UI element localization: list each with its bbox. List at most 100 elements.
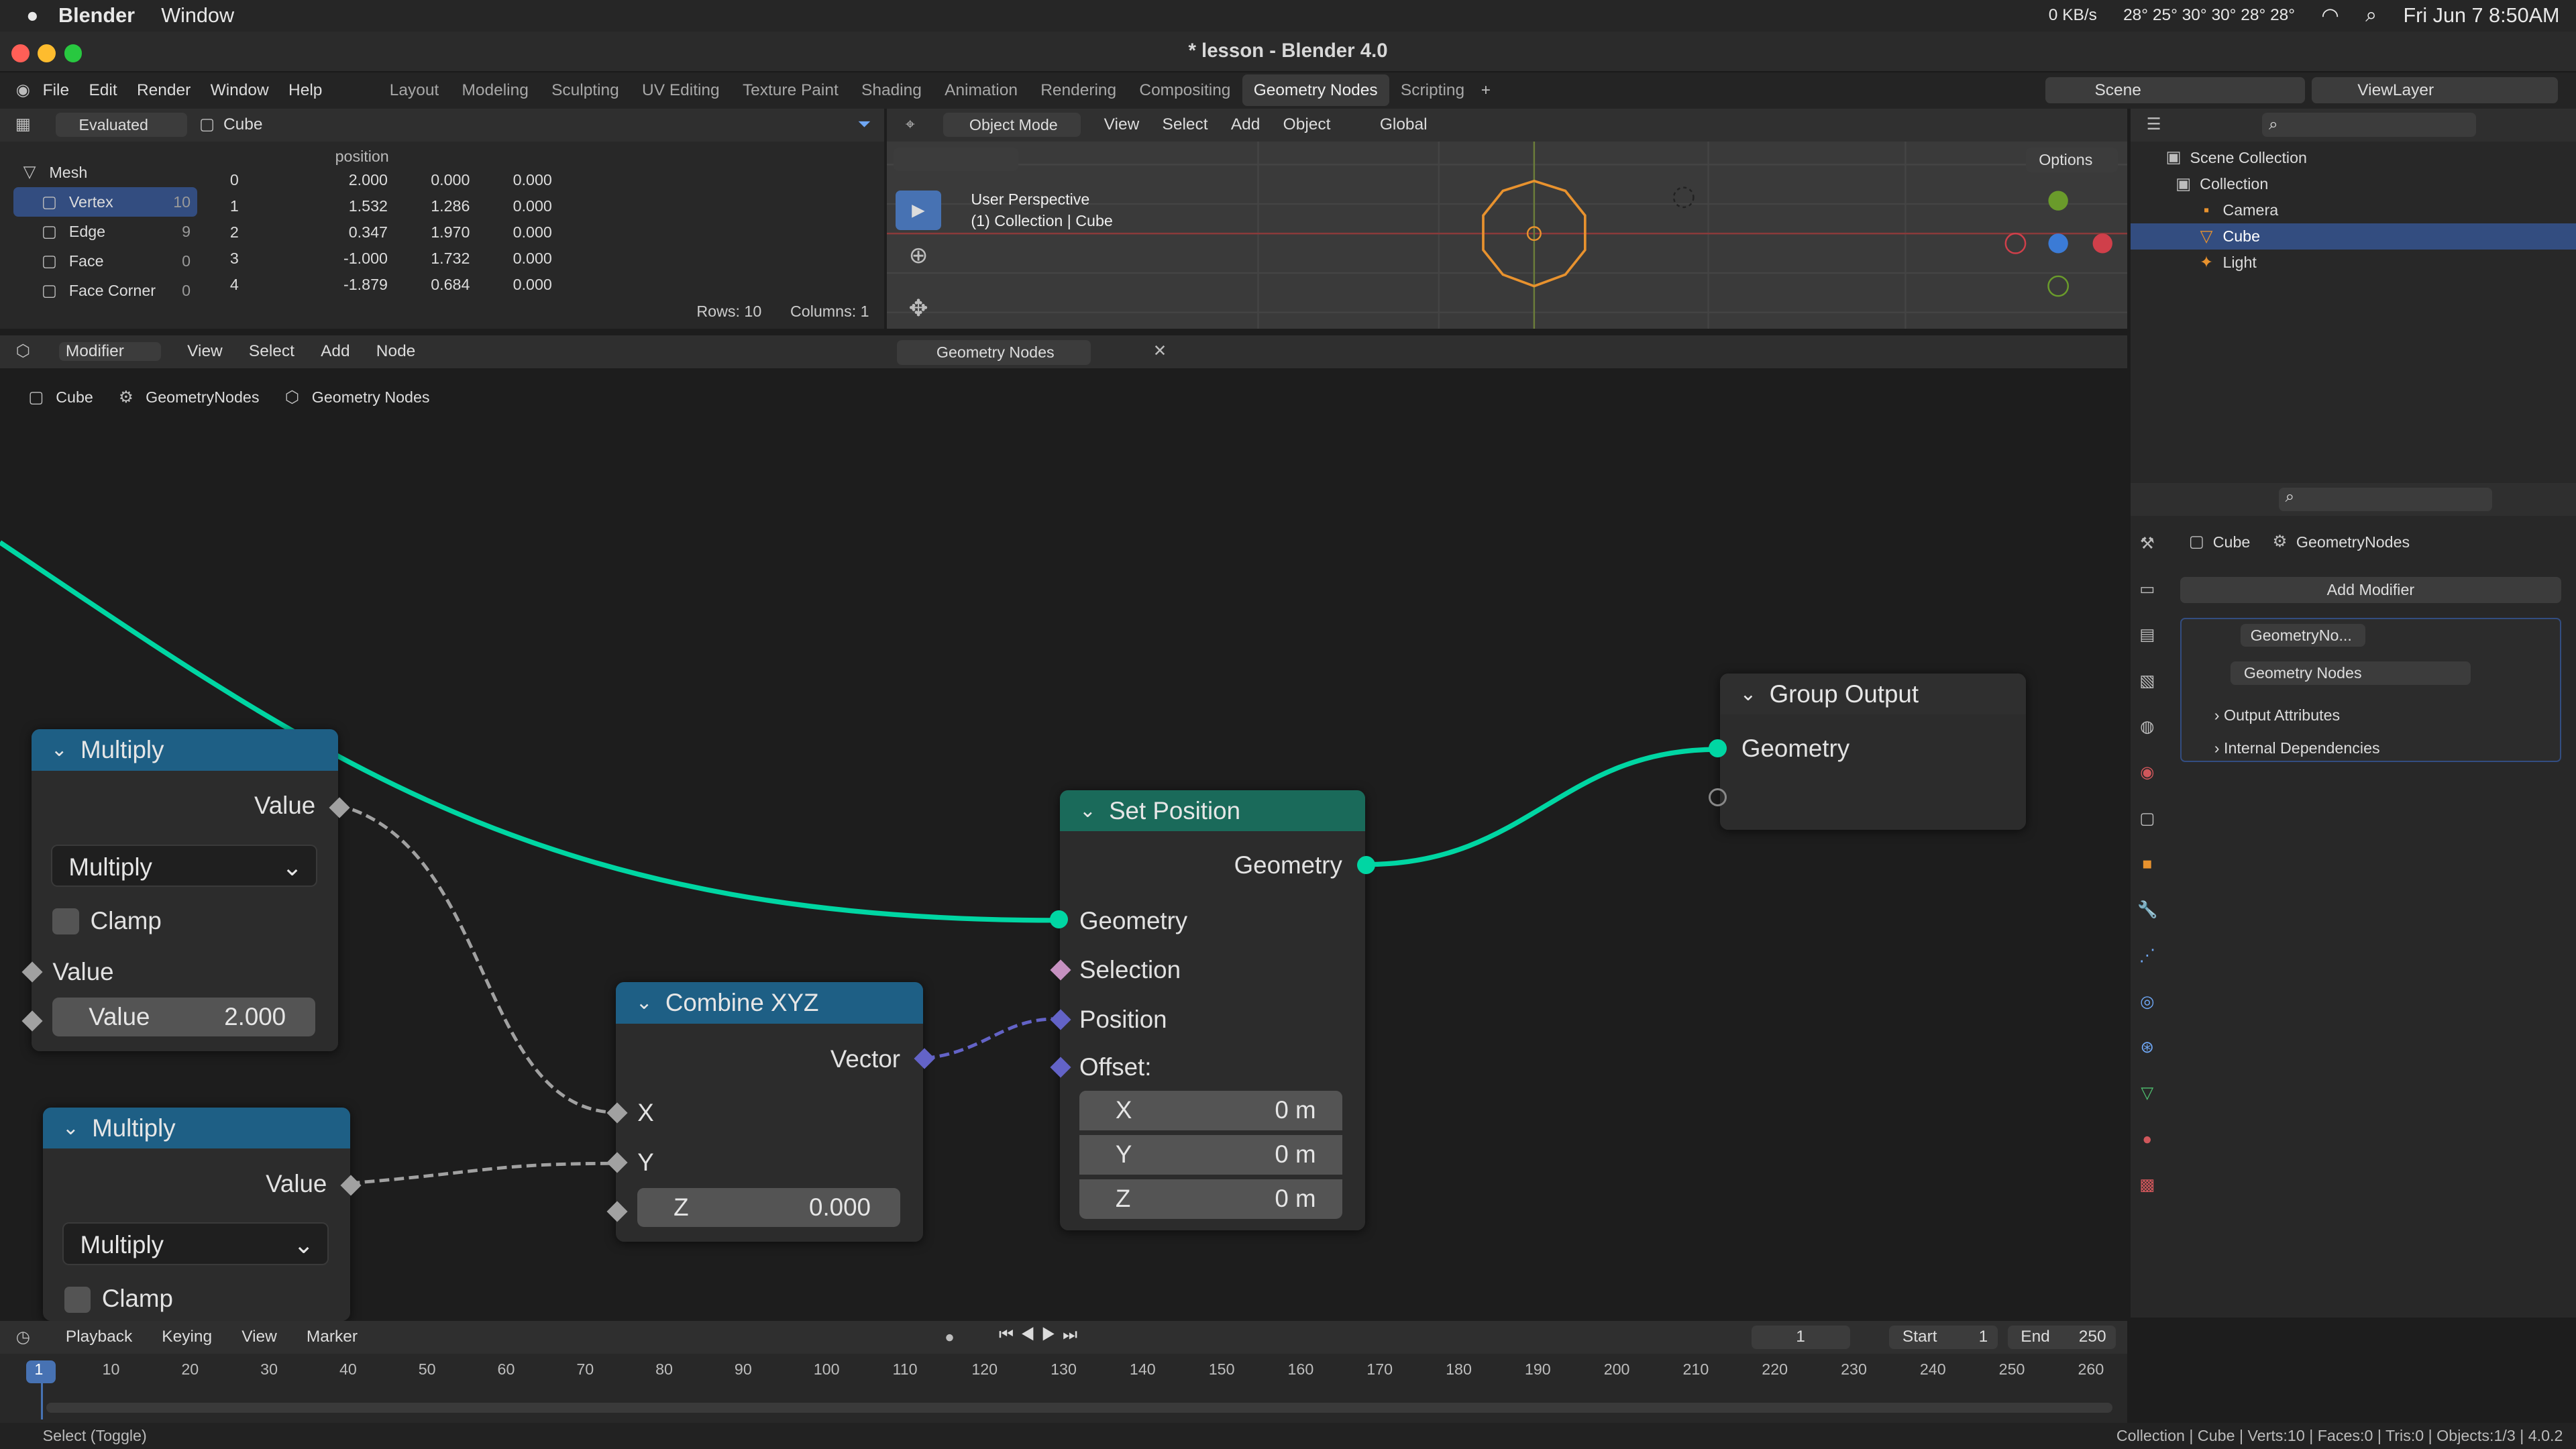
object-mode-dropdown[interactable]: Object Mode — [943, 112, 1081, 138]
multiply-node-2[interactable]: ⌄ Multiply Value Multiply ⌄ Clamp — [42, 1107, 362, 1321]
workspace-tab-scripting[interactable]: Scripting — [1389, 74, 1476, 107]
value-field[interactable]: Value 2.000 — [52, 997, 316, 1037]
playback-controls[interactable]: ⏮◀▶⏭ — [999, 1326, 1084, 1344]
close-tree-icon[interactable]: ✕ — [1150, 341, 1169, 361]
operation-dropdown[interactable]: Multiply ⌄ — [62, 1222, 329, 1265]
workspace-tab-uv-editing[interactable]: UV Editing — [631, 74, 731, 107]
current-frame-field[interactable]: 1 — [1751, 1326, 1850, 1349]
outliner-editor-icon[interactable]: ☰ — [2144, 115, 2163, 134]
wifi-icon[interactable]: ◠ — [2321, 4, 2339, 28]
timeline-menu-playback[interactable]: Playback — [66, 1328, 132, 1346]
menu-edit[interactable]: Edit — [89, 81, 117, 100]
collapse-chevron-icon[interactable]: ⌄ — [636, 982, 653, 1023]
move-tool-icon[interactable]: ✥ — [908, 297, 928, 320]
render-tab-icon[interactable]: ▭ — [2137, 580, 2157, 599]
menu-render[interactable]: Render — [137, 81, 191, 100]
geometry-input-socket[interactable] — [1708, 739, 1727, 757]
view-layer-selector[interactable]: ViewLayer — [2311, 77, 2559, 104]
window-menu[interactable]: Window — [161, 4, 234, 28]
options-dropdown[interactable]: Options — [2025, 148, 2118, 173]
domain-face-corner[interactable]: ▢ Face Corner 0 — [13, 276, 197, 305]
node-header[interactable]: ⌄ Set Position — [1059, 790, 1366, 832]
end-frame-field[interactable]: End 250 — [2007, 1326, 2116, 1349]
workspace-tab-layout[interactable]: Layout — [378, 74, 451, 107]
node-tree-type-dropdown[interactable]: Modifier — [59, 342, 161, 362]
viewport-menu-view[interactable]: View — [1104, 115, 1140, 134]
selection-mode-buttons[interactable] — [894, 148, 1019, 171]
timeline-scrollbar[interactable] — [46, 1403, 2113, 1413]
modifier-tab-icon[interactable]: 🔧 — [2137, 900, 2157, 920]
collapse-chevron-icon[interactable]: ⌄ — [1079, 790, 1096, 831]
viewport-menu-select[interactable]: Select — [1163, 115, 1208, 134]
add-modifier-button[interactable]: Add Modifier — [2180, 576, 2561, 603]
clamp-checkbox[interactable] — [52, 908, 79, 935]
node-editor[interactable]: ▢ Cube ⚙ GeometryNodes ⬡ Geometry Nodes ⌄ Mu… — [0, 368, 2128, 1321]
collapse-chevron-icon[interactable]: ⌄ — [51, 729, 68, 770]
workspace-tab-rendering[interactable]: Rendering — [1029, 74, 1128, 107]
object-tab-icon[interactable]: ■ — [2137, 855, 2157, 874]
texture-tab-icon[interactable]: ▩ — [2137, 1175, 2157, 1195]
outliner-item-light[interactable]: ✦ Light — [2196, 253, 2257, 272]
collapse-chevron-icon[interactable]: ⌄ — [1739, 674, 1756, 714]
tool-tab-icon[interactable]: ⚒ — [2137, 534, 2157, 553]
group-output-node[interactable]: ⌄ Group Output Geometry — [1708, 674, 2026, 830]
outliner-item-cube[interactable]: ▽ Cube — [2131, 223, 2576, 250]
cursor-tool-icon[interactable]: ⊕ — [908, 244, 928, 267]
collection-tab-icon[interactable]: ▢ — [2137, 809, 2157, 828]
viewport-editor-icon[interactable]: ⌖ — [900, 115, 920, 134]
filter-icon[interactable]: ⏷ — [854, 115, 873, 134]
workspace-tab-sculpting[interactable]: Sculpting — [540, 74, 631, 107]
combine-xyz-node[interactable]: ⌄ Combine XYZ Vector X Y Z 0.000 — [606, 982, 935, 1242]
node-header[interactable]: ⌄ Combine XYZ — [616, 982, 924, 1024]
particles-tab-icon[interactable]: ⋰ — [2137, 946, 2157, 965]
operation-dropdown[interactable]: Multiply ⌄ — [50, 844, 317, 888]
world-tab-icon[interactable]: ◉ — [2137, 763, 2157, 782]
workspace-tab-modeling[interactable]: Modeling — [450, 74, 540, 107]
clock[interactable]: Fri Jun 7 8:50AM — [2403, 4, 2559, 28]
empty-input-socket[interactable] — [1708, 788, 1727, 807]
node-menu-view[interactable]: View — [187, 342, 223, 361]
node-tree-selector[interactable]: Geometry Nodes — [897, 339, 1091, 365]
workspace-tab-compositing[interactable]: Compositing — [1128, 74, 1242, 107]
view-layer-tab-icon[interactable]: ▧ — [2137, 672, 2157, 691]
3d-viewport[interactable]: ⌖ Object Mode View Select Add Object Global… — [887, 108, 2128, 329]
domain-vertex[interactable]: ▢ Vertex 10 — [13, 187, 197, 217]
transform-orientation[interactable]: Global — [1380, 115, 1428, 134]
offset-x-field[interactable]: X0 m — [1079, 1091, 1342, 1130]
output-attributes-section[interactable]: › Output Attributes — [2214, 706, 2340, 724]
blender-logo-icon[interactable]: ◉ — [13, 80, 33, 100]
properties-search-icon[interactable]: ⌕ — [2278, 488, 2493, 511]
geometry-output-socket[interactable] — [1356, 855, 1375, 874]
node-editor-icon[interactable]: ⬡ — [13, 341, 33, 361]
geometry-input-socket[interactable] — [1049, 910, 1068, 928]
offset-y-field[interactable]: Y0 m — [1079, 1135, 1342, 1175]
record-icon[interactable]: ● — [940, 1328, 959, 1347]
material-tab-icon[interactable]: ● — [2137, 1130, 2157, 1149]
select-tool-icon[interactable]: ▸ — [895, 191, 942, 230]
menu-help[interactable]: Help — [288, 81, 322, 100]
viewport-menu-object[interactable]: Object — [1283, 115, 1331, 134]
node-menu-node[interactable]: Node — [376, 342, 416, 361]
offset-z-field[interactable]: Z0 m — [1079, 1179, 1342, 1220]
menu-window[interactable]: Window — [211, 81, 269, 100]
workspace-tab-geometry-nodes[interactable]: Geometry Nodes — [1242, 74, 1389, 107]
node-header[interactable]: ⌄ Group Output — [1720, 674, 2026, 715]
node-header[interactable]: ⌄ Multiply — [31, 729, 339, 771]
add-workspace-icon[interactable]: + — [1476, 80, 1495, 100]
clamp-checkbox[interactable] — [64, 1286, 91, 1313]
node-menu-add[interactable]: Add — [321, 342, 350, 361]
app-menu[interactable]: Blender — [58, 4, 135, 28]
start-frame-field[interactable]: Start 1 — [1889, 1326, 1998, 1349]
timeline-menu-marker[interactable]: Marker — [307, 1328, 358, 1346]
timeline-menu-keying[interactable]: Keying — [162, 1328, 212, 1346]
set-position-node[interactable]: ⌄ Set Position Geometry Geometry Selectio… — [1049, 790, 1375, 1231]
spreadsheet-object[interactable]: Cube — [223, 115, 263, 134]
outliner-search-icon[interactable]: ⌕ — [2262, 112, 2476, 138]
z-value-field[interactable]: Z 0.000 — [637, 1187, 901, 1228]
timeline-menu-view[interactable]: View — [241, 1328, 277, 1346]
workspace-tab-shading[interactable]: Shading — [850, 74, 933, 107]
apple-icon[interactable]: ● — [26, 4, 39, 28]
timeline-editor-icon[interactable]: ◷ — [13, 1328, 33, 1347]
physics-tab-icon[interactable]: ◎ — [2137, 992, 2157, 1012]
scene-selector[interactable]: Scene — [2045, 77, 2305, 104]
